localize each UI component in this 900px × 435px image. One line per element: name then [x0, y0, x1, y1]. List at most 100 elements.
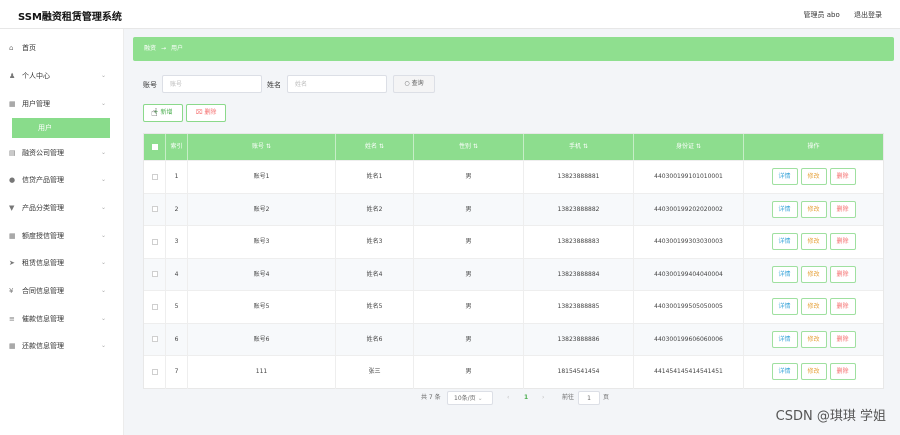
- table-row: 6 账号6 姓名6 男 13823888886 440300199606060006 详情修…: [144, 322, 883, 356]
- sidebar-item-3[interactable]: ▤ 融资公司管理 ⌄: [0, 143, 124, 163]
- cell-gender: 男: [414, 258, 524, 291]
- sidebar-item-label: 产品分类管理: [22, 204, 64, 212]
- sidebar-item-0[interactable]: ⌂ 首页: [0, 38, 124, 58]
- name-search-input[interactable]: [287, 75, 387, 93]
- chevron-down-icon: ⌄: [100, 287, 106, 294]
- send-icon: ➤: [9, 259, 15, 267]
- edit-button[interactable]: 修改: [800, 200, 827, 218]
- column-header-account[interactable]: 账号 ⇅: [188, 134, 336, 160]
- edit-button[interactable]: 修改: [800, 168, 827, 185]
- page-number-current[interactable]: 1: [524, 391, 528, 405]
- sidebar-item-label: 信贷产品管理: [22, 176, 64, 184]
- detail-button[interactable]: 详情: [771, 200, 798, 218]
- chevron-down-icon: ⌄: [100, 149, 106, 156]
- delete-button[interactable]: 删除: [829, 200, 856, 218]
- column-header-gender[interactable]: 性别 ⇅: [414, 134, 524, 160]
- delete-button[interactable]: 删除: [829, 363, 856, 380]
- delete-button[interactable]: 删除: [829, 233, 856, 250]
- coin-icon: ¥: [9, 287, 14, 295]
- page-size-select[interactable]: 10条/页 ⌄: [447, 391, 493, 405]
- sidebar-item-10[interactable]: ▦ 还款信息管理 ⌄: [0, 336, 124, 356]
- home-icon: ⌂: [9, 44, 14, 52]
- delete-button[interactable]: 删除: [829, 265, 856, 283]
- edit-button[interactable]: 修改: [800, 363, 827, 380]
- hand-cursor-icon: ☝: [151, 106, 158, 119]
- detail-button[interactable]: 详情: [771, 330, 798, 348]
- detail-button[interactable]: 详情: [771, 168, 798, 185]
- app-title: SSM融资租赁管理系统: [18, 12, 122, 23]
- sidebar-item-1[interactable]: ♟ 个人中心 ⌄: [0, 66, 124, 86]
- cell-index: 3: [166, 226, 188, 259]
- detail-button[interactable]: 详情: [771, 298, 798, 315]
- sidebar-subitem-users[interactable]: 用户: [12, 118, 110, 138]
- row-checkbox[interactable]: [144, 161, 166, 194]
- logout-link[interactable]: 退出登录: [854, 11, 882, 19]
- column-header-name[interactable]: 姓名 ⇅: [336, 134, 414, 160]
- query-button[interactable]: ○ 查询: [393, 75, 435, 93]
- watermark-text: CSDN @琪琪 学姐: [775, 409, 886, 424]
- select-all-checkbox[interactable]: [144, 134, 166, 160]
- sidebar-item-2[interactable]: ▦ 用户管理 ⌄: [0, 94, 124, 114]
- batch-delete-button[interactable]: ⌧ 删除: [186, 104, 226, 122]
- column-header-actions: 操作: [807, 143, 820, 150]
- edit-button[interactable]: 修改: [800, 330, 827, 348]
- edit-button[interactable]: 修改: [800, 233, 827, 250]
- delete-button[interactable]: 删除: [829, 168, 856, 185]
- row-checkbox[interactable]: [144, 193, 166, 226]
- column-header-id-card[interactable]: 身份证 ⇅: [634, 134, 744, 160]
- sidebar-item-6[interactable]: ▦ 额度授信管理 ⌄: [0, 226, 124, 246]
- sidebar-item-5[interactable]: ▼ 产品分类管理 ⌄: [0, 198, 124, 218]
- top-header: SSM融资租赁管理系统 管理员 abo 退出登录: [0, 0, 900, 29]
- sidebar-item-label: 首页: [22, 44, 36, 52]
- next-page-icon[interactable]: ›: [542, 391, 544, 405]
- grid-icon: ▦: [9, 232, 16, 240]
- detail-button[interactable]: 详情: [771, 233, 798, 250]
- edit-button[interactable]: 修改: [800, 265, 827, 283]
- row-actions: 详情 修改 删除: [744, 356, 883, 389]
- sidebar-item-label: 合同信息管理: [22, 287, 64, 295]
- column-header-phone[interactable]: 手机 ⇅: [524, 134, 634, 160]
- account-label: 账号: [143, 81, 157, 89]
- sort-icon: ⇅: [695, 143, 701, 150]
- edit-button[interactable]: 修改: [800, 298, 827, 315]
- sidebar-item-9[interactable]: ≡ 催款信息管理 ⌄: [0, 309, 124, 329]
- cell-gender: 男: [414, 291, 524, 324]
- cell-id-card: 440300199404040004: [634, 258, 744, 291]
- sidebar-item-label: 融资公司管理: [22, 149, 64, 157]
- breadcrumb: 融资 → 用户: [133, 37, 894, 61]
- goto-page-input[interactable]: 1: [578, 391, 600, 405]
- sort-icon: ⇅: [472, 143, 478, 150]
- row-actions: 详情 修改 删除: [744, 259, 883, 292]
- chevron-down-icon: ⌄: [100, 176, 106, 183]
- add-button[interactable]: + 新增: [143, 104, 183, 122]
- search-icon: ○: [404, 80, 410, 87]
- breadcrumb-root[interactable]: 融资: [144, 45, 156, 52]
- sidebar-item-8[interactable]: ¥ 合同信息管理 ⌄: [0, 281, 124, 301]
- row-checkbox[interactable]: [144, 356, 166, 389]
- sidebar-item-label: 还款信息管理: [22, 342, 64, 350]
- row-checkbox[interactable]: [144, 291, 166, 324]
- detail-button[interactable]: 详情: [771, 265, 798, 283]
- sidebar-item-4[interactable]: ● 信贷产品管理 ⌄: [0, 170, 124, 190]
- cell-index: 1: [166, 161, 188, 194]
- detail-button[interactable]: 详情: [771, 363, 798, 380]
- row-actions: 详情 修改 删除: [744, 194, 883, 227]
- row-checkbox[interactable]: [144, 226, 166, 259]
- cell-id-card: 440300199101010001: [634, 161, 744, 194]
- cell-gender: 男: [414, 193, 524, 226]
- breadcrumb-separator: →: [161, 45, 167, 52]
- delete-button[interactable]: 删除: [829, 330, 856, 348]
- chevron-down-icon: ⌄: [100, 72, 106, 79]
- account-search-input[interactable]: [162, 75, 262, 93]
- sidebar-item-7[interactable]: ➤ 租赁信息管理 ⌄: [0, 253, 124, 273]
- prev-page-icon[interactable]: ‹: [507, 391, 509, 405]
- chevron-down-icon: ⌄: [477, 395, 483, 402]
- cell-account: 账号6: [188, 323, 336, 356]
- goto-label: 前往: [562, 394, 575, 401]
- row-actions: 详情 修改 删除: [744, 226, 883, 259]
- query-button-label: 查询: [411, 80, 424, 87]
- delete-button[interactable]: 删除: [829, 298, 856, 315]
- row-checkbox[interactable]: [144, 323, 166, 356]
- cell-id-card: 440300199505050005: [634, 291, 744, 324]
- row-checkbox[interactable]: [144, 258, 166, 291]
